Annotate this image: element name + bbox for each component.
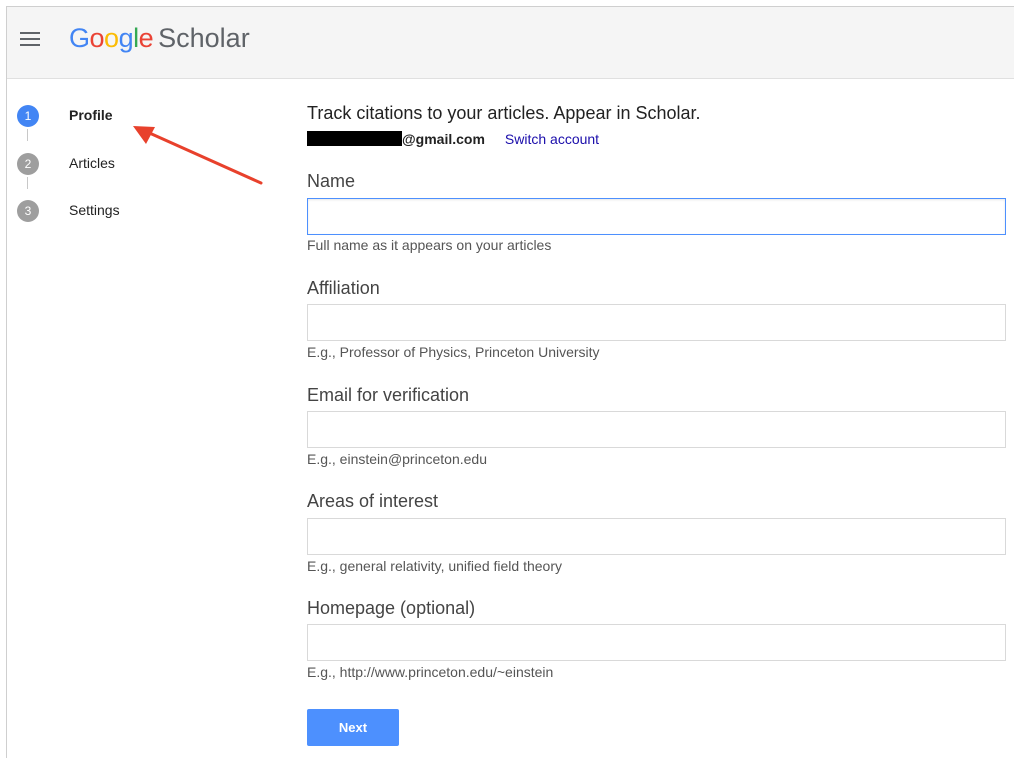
- step-connector: [27, 177, 28, 189]
- logo-letter: e: [138, 23, 154, 53]
- logo-letter: o: [104, 23, 119, 53]
- step-connector: [27, 129, 28, 141]
- verification-email-hint: E.g., einstein@princeton.edu: [307, 451, 487, 467]
- verification-email-label: Email for verification: [307, 385, 470, 405]
- step-number-badge: 3: [17, 200, 39, 222]
- logo-letter: g: [118, 23, 134, 53]
- app-window: Google Scholar 1 Profile 2 Articles 3 Set…: [6, 6, 1014, 758]
- step-number-badge: 1: [17, 105, 39, 127]
- redacted-email-block: [307, 131, 402, 147]
- switch-account-link[interactable]: Switch account: [505, 131, 599, 147]
- step-number-badge: 2: [17, 153, 39, 175]
- annotation-arrow-icon: [133, 126, 263, 185]
- verification-email-input[interactable]: [307, 411, 1006, 448]
- affiliation-label: Affiliation: [307, 278, 380, 298]
- name-label: Name: [307, 171, 356, 191]
- next-button[interactable]: Next: [307, 709, 399, 746]
- name-hint: Full name as it appears on your articles: [307, 237, 552, 253]
- affiliation-hint: E.g., Professor of Physics, Princeton Un…: [307, 344, 600, 360]
- homepage-label: Homepage (optional): [307, 598, 476, 618]
- hamburger-menu-icon[interactable]: [20, 32, 40, 46]
- account-row: @gmail.com Switch account: [307, 130, 599, 148]
- areas-of-interest-hint: E.g., general relativity, unified field …: [307, 558, 562, 574]
- google-wordmark: Google: [69, 23, 154, 53]
- account-email-domain: @gmail.com: [402, 130, 485, 147]
- homepage-hint: E.g., http://www.princeton.edu/~einstein: [307, 664, 554, 680]
- homepage-input[interactable]: [307, 624, 1006, 661]
- areas-of-interest-label: Areas of interest: [307, 491, 439, 511]
- scholar-wordmark: Scholar: [158, 23, 250, 53]
- step-label-settings: Settings: [69, 202, 120, 218]
- page-title: Track citations to your articles. Appear…: [307, 103, 701, 123]
- affiliation-input[interactable]: [307, 304, 1006, 341]
- areas-of-interest-input[interactable]: [307, 518, 1006, 555]
- name-input[interactable]: [307, 198, 1006, 235]
- step-label-profile: Profile: [69, 107, 113, 123]
- google-scholar-logo[interactable]: Google Scholar: [69, 21, 250, 55]
- logo-letter: o: [89, 23, 105, 53]
- logo-letter: G: [69, 23, 90, 53]
- top-bar: Google Scholar: [7, 7, 1014, 79]
- step-label-articles: Articles: [69, 155, 115, 171]
